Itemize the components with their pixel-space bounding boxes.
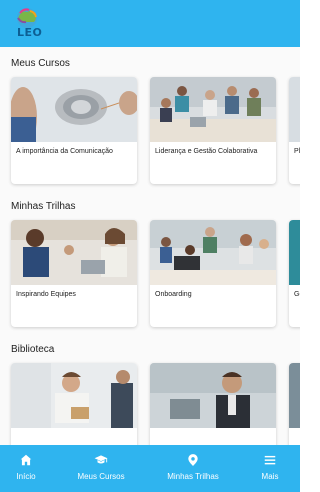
map-pin-icon: [188, 454, 198, 466]
trail-title: Inspirando Equipes: [16, 291, 76, 298]
section-meus-cursos: Meus Cursos A importância da Comunicação: [0, 47, 300, 187]
nav-label: Mais: [261, 472, 279, 481]
leo-logo[interactable]: LEO: [6, 4, 46, 42]
nav-meus-cursos[interactable]: Meus Cursos: [68, 445, 134, 492]
trail-card[interactable]: Inspirando Equipes: [11, 220, 137, 327]
trail-thumbnail: [150, 220, 276, 285]
graduation-cap-icon: [94, 455, 108, 464]
course-thumbnail: [150, 77, 276, 142]
course-card[interactable]: Pl: [289, 77, 300, 184]
library-thumbnail: [11, 363, 137, 428]
home-content[interactable]: Meus Cursos A importância da Comunicação: [0, 47, 300, 445]
section-title: Minhas Trilhas: [11, 201, 76, 212]
nav-label: Meus Cursos: [77, 472, 125, 481]
section-title: Biblioteca: [11, 344, 55, 355]
trail-title: Ge: [294, 291, 300, 298]
nav-inicio[interactable]: Início: [0, 445, 52, 492]
course-title: Pl: [294, 148, 300, 155]
library-thumbnail: [150, 363, 276, 428]
library-card[interactable]: [150, 363, 276, 445]
trail-thumbnail: [289, 220, 300, 285]
trail-title: Onboarding: [155, 291, 192, 298]
nav-label: Início: [16, 472, 36, 481]
course-thumbnail: [11, 77, 137, 142]
nav-label: Minhas Trilhas: [167, 472, 219, 481]
section-minhas-trilhas: Minhas Trilhas Inspirando Equipes Onboar…: [0, 190, 300, 330]
trail-thumbnail: [11, 220, 137, 285]
bottom-navigation: Início Meus Cursos Minhas Trilhas Mais: [0, 445, 300, 492]
trail-card[interactable]: Onboarding: [150, 220, 276, 327]
library-card[interactable]: [11, 363, 137, 445]
home-icon: [20, 454, 32, 466]
section-biblioteca: Biblioteca: [0, 333, 300, 445]
course-title: A importância da Comunicação: [16, 148, 113, 155]
trail-card[interactable]: Ge: [289, 220, 300, 327]
app-header: LEO: [0, 0, 300, 47]
library-card[interactable]: [289, 363, 300, 445]
course-thumbnail: [289, 77, 300, 142]
course-card[interactable]: Liderança e Gestão Colaborativa: [150, 77, 276, 184]
logo-text: LEO: [17, 26, 43, 39]
course-card[interactable]: A importância da Comunicação: [11, 77, 137, 184]
course-title: Liderança e Gestão Colaborativa: [155, 148, 258, 155]
library-thumbnail: [289, 363, 300, 428]
nav-minhas-trilhas[interactable]: Minhas Trilhas: [158, 445, 228, 492]
menu-icon: [264, 455, 276, 465]
section-title: Meus Cursos: [11, 58, 70, 69]
nav-mais[interactable]: Mais: [250, 445, 290, 492]
